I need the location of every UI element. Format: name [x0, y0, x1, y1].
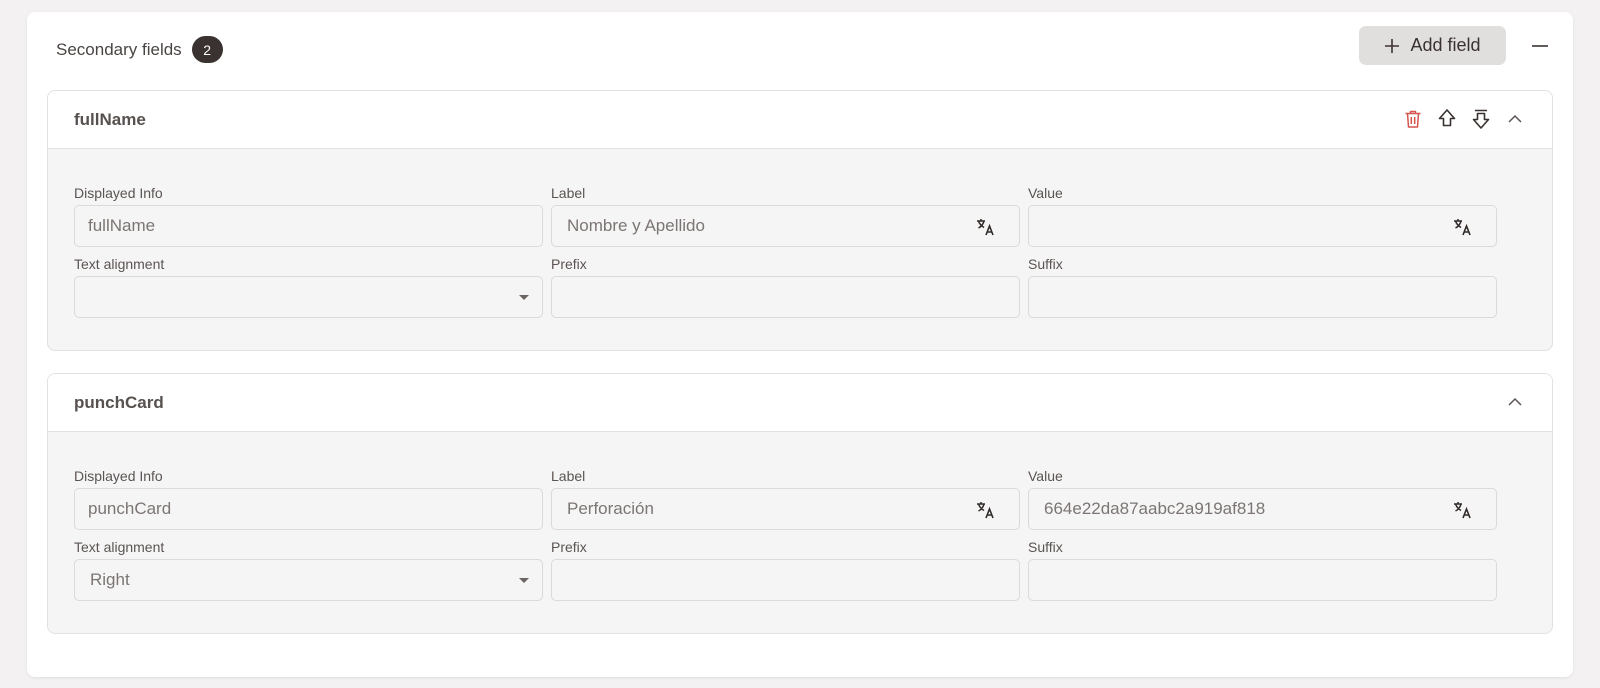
move-up-button[interactable] [1436, 107, 1458, 131]
value-label: Value [1028, 185, 1063, 201]
translate-icon[interactable] [1452, 499, 1474, 521]
label-value: Nombre y Apellido [567, 216, 705, 235]
prefix-label: Prefix [551, 539, 587, 555]
value-value: 664e22da87aabc2a919af818 [1044, 499, 1266, 518]
label-label: Label [551, 185, 586, 201]
field-panel-header: punchCard [48, 374, 1552, 432]
section-title-text: Secondary fields [56, 39, 182, 59]
prefix-label: Prefix [551, 256, 587, 272]
value-label: Value [1028, 468, 1063, 484]
field-panel-title: fullName [74, 110, 146, 129]
move-down-icon [1472, 109, 1490, 129]
translate-icon[interactable] [1452, 216, 1474, 238]
displayed-info-value: punchCard [88, 499, 172, 518]
label-value: Perforación [567, 499, 654, 518]
section-title: Secondary fields 2 [56, 36, 223, 63]
field-panel-header: fullName [48, 91, 1552, 149]
minus-icon [1532, 45, 1548, 47]
translate-icon[interactable] [975, 216, 997, 238]
dropdown-caret-icon [519, 578, 529, 583]
dropdown-caret-icon [519, 295, 529, 300]
displayed-info-label: Displayed Info [74, 185, 163, 201]
trash-icon [1405, 110, 1421, 128]
text-alignment-select[interactable] [74, 276, 543, 318]
move-down-button[interactable] [1470, 107, 1492, 131]
field-panel-title: punchCard [74, 393, 164, 412]
suffix-label: Suffix [1028, 539, 1063, 555]
label-input[interactable]: Nombre y Apellido [551, 205, 1020, 247]
displayed-info-label: Displayed Info [74, 468, 163, 484]
field-panel-fullname: fullName Displayed Info fullName Label N… [47, 90, 1553, 351]
delete-field-button[interactable] [1402, 107, 1424, 131]
chevron-up-icon [1508, 114, 1522, 123]
secondary-fields-card: Secondary fields 2 Add field fullName Di… [27, 12, 1573, 677]
text-alignment-select[interactable]: Right [74, 559, 543, 601]
add-field-button[interactable]: Add field [1359, 26, 1506, 65]
displayed-info-value: fullName [88, 216, 156, 235]
text-alignment-label: Text alignment [74, 256, 165, 272]
field-panel-punchcard: punchCard Displayed Info punchCard Label… [47, 373, 1553, 634]
label-input[interactable]: Perforación [551, 488, 1020, 530]
add-field-label: Add field [1410, 35, 1481, 55]
value-input[interactable]: 664e22da87aabc2a919af818 [1028, 488, 1497, 530]
field-panel-actions [1402, 107, 1526, 131]
collapse-section-button[interactable] [1529, 37, 1551, 55]
chevron-up-icon [1508, 397, 1522, 406]
displayed-info-input[interactable]: punchCard [74, 488, 543, 530]
suffix-input[interactable] [1028, 559, 1497, 601]
suffix-input[interactable] [1028, 276, 1497, 318]
card-header: Secondary fields 2 Add field [27, 12, 1573, 80]
prefix-input[interactable] [551, 276, 1020, 318]
prefix-input[interactable] [551, 559, 1020, 601]
plus-icon [1385, 38, 1400, 53]
value-input[interactable] [1028, 205, 1497, 247]
move-up-icon [1438, 109, 1456, 127]
displayed-info-input[interactable]: fullName [74, 205, 543, 247]
text-alignment-label: Text alignment [74, 539, 165, 555]
field-panel-actions [1504, 390, 1526, 414]
translate-icon[interactable] [975, 499, 997, 521]
count-badge: 2 [191, 36, 223, 63]
text-alignment-value: Right [90, 570, 130, 589]
suffix-label: Suffix [1028, 256, 1063, 272]
label-label: Label [551, 468, 586, 484]
collapse-field-button[interactable] [1504, 107, 1526, 131]
collapse-field-button[interactable] [1504, 390, 1526, 414]
